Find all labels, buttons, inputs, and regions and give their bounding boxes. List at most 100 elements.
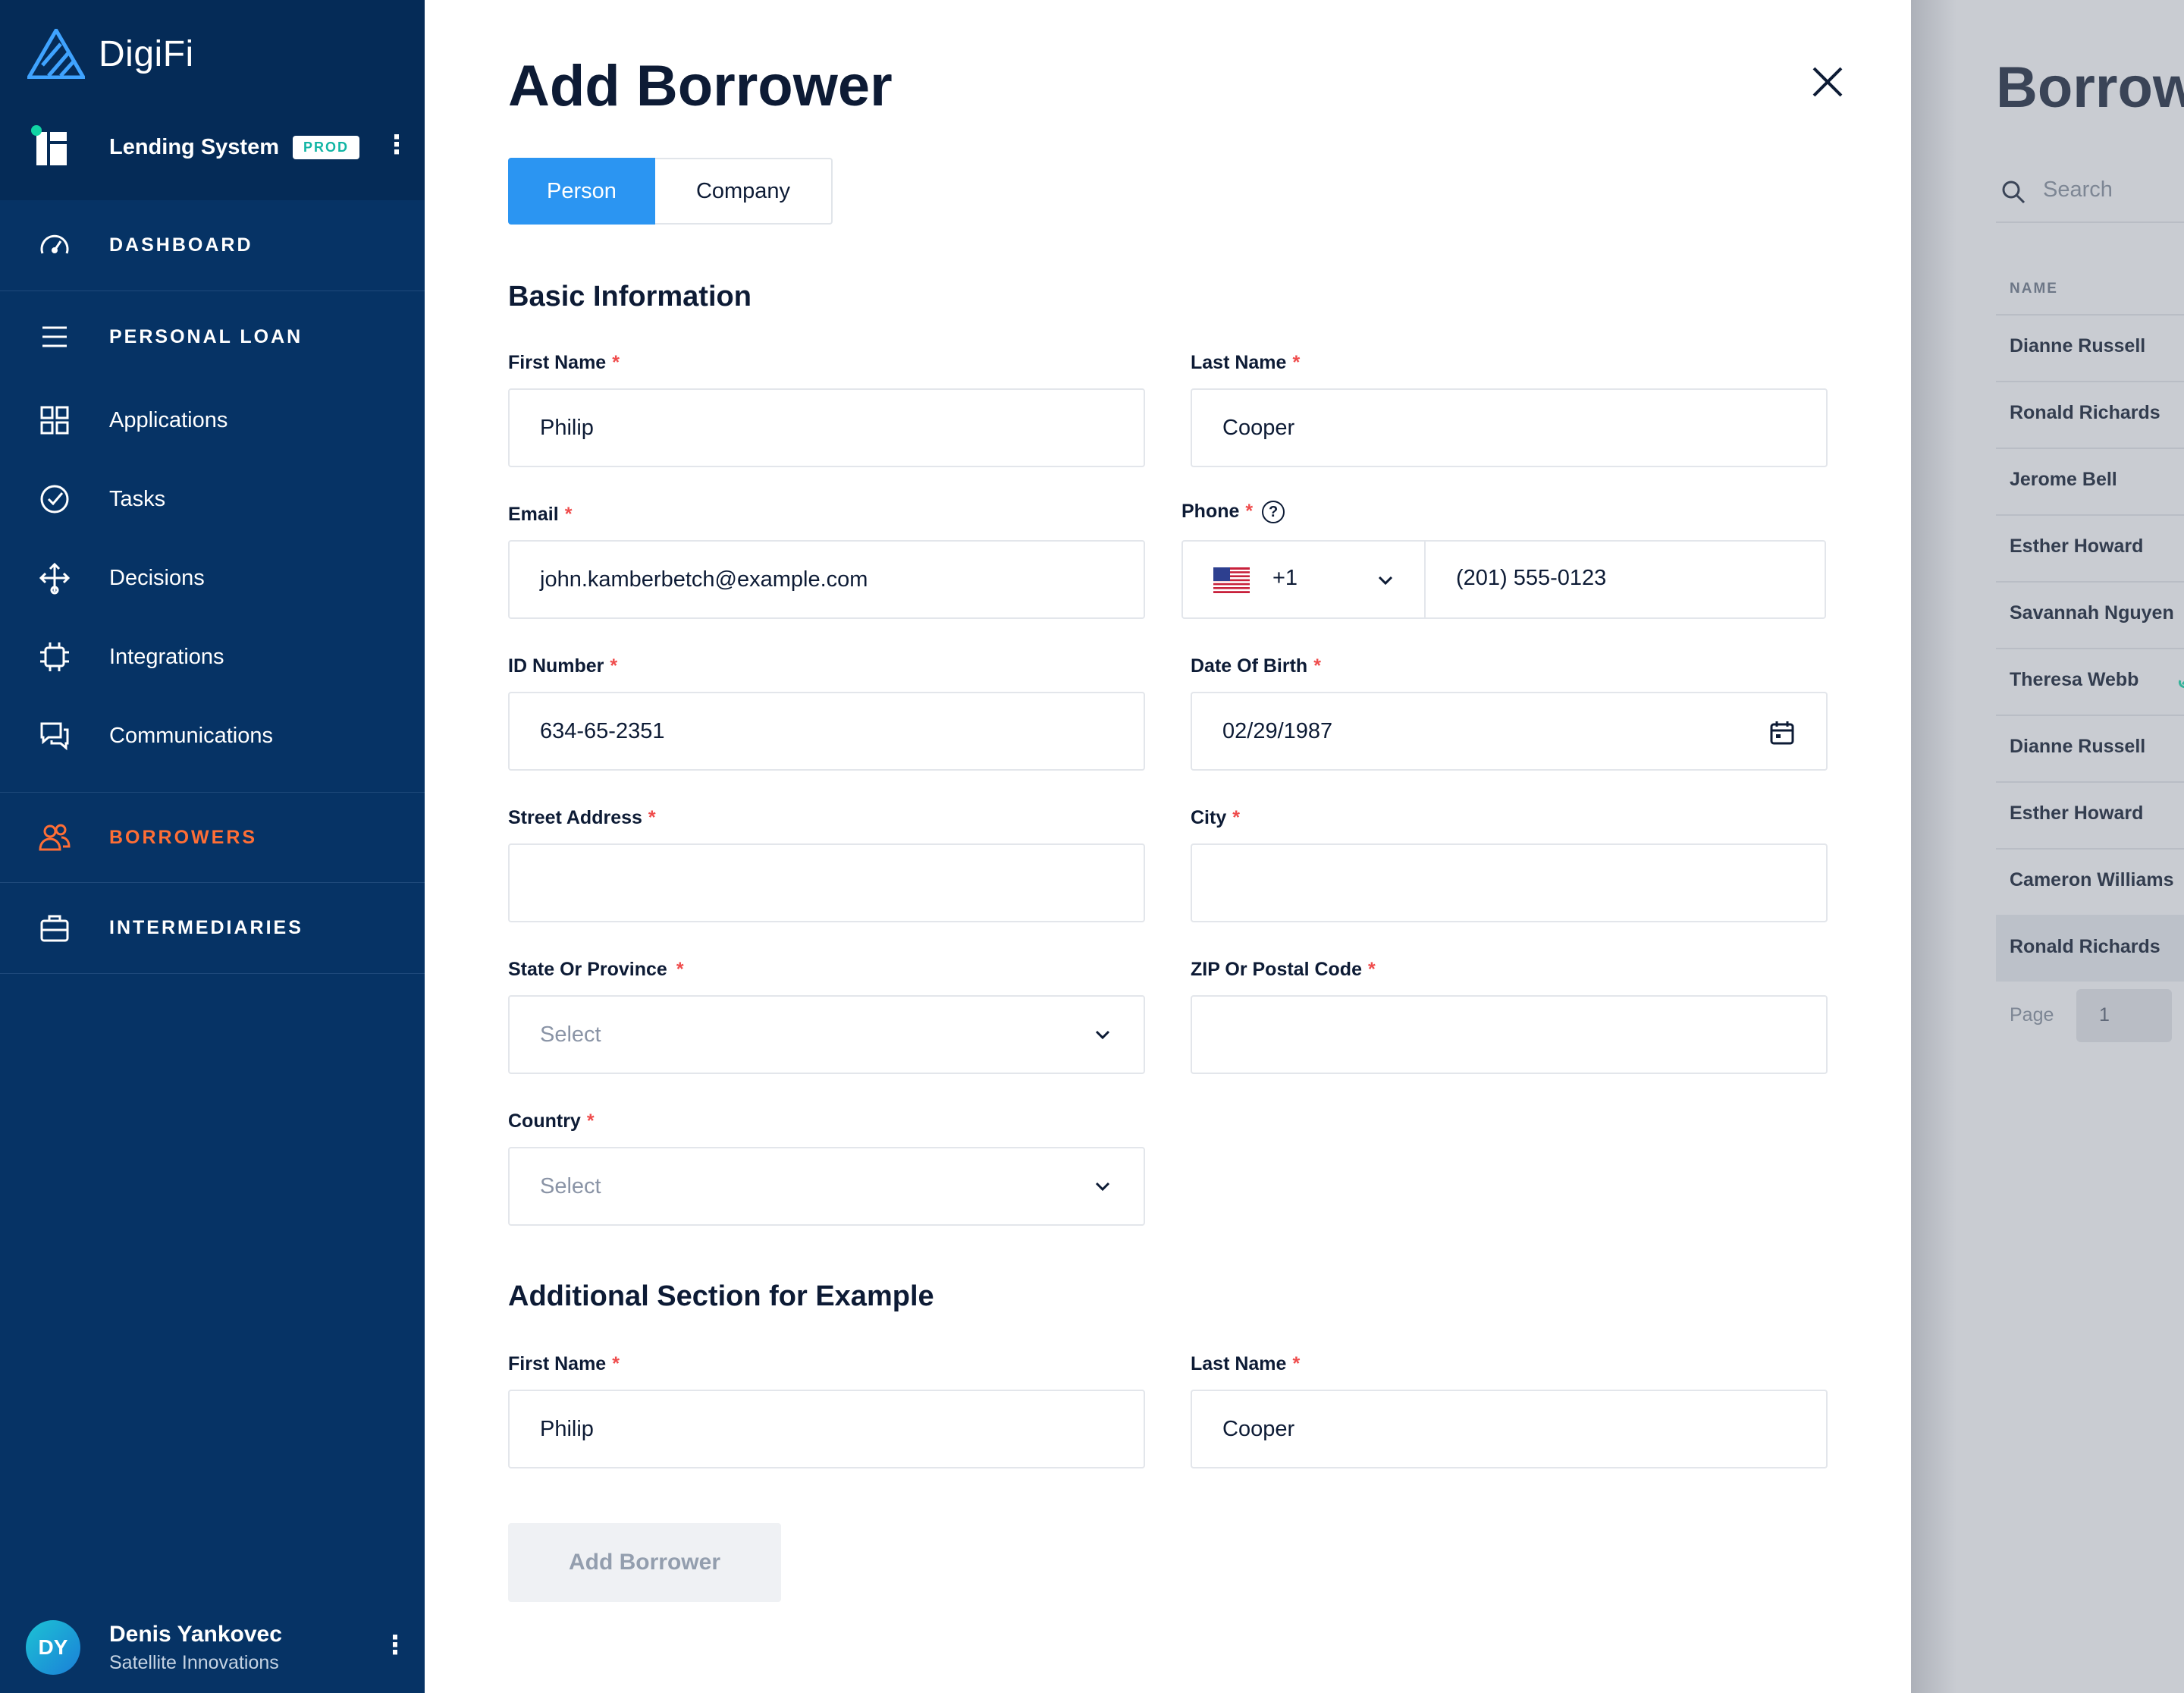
- table-row: Savannah Nguyen: [2010, 602, 2174, 623]
- table-row: Dianne Russell: [2010, 335, 2146, 357]
- nav-personal-loan[interactable]: PERSONAL LOAN: [0, 291, 425, 382]
- country-code-select[interactable]: +1: [1183, 542, 1426, 617]
- system-switcher[interactable]: Lending System PROD ⋮: [30, 121, 410, 173]
- chevron-down-icon: [1095, 1182, 1110, 1192]
- sidebar-item-communications[interactable]: Communications: [0, 696, 425, 775]
- table-row: Cameron Williams: [2010, 869, 2174, 890]
- dob-value: 02/29/1987: [1222, 718, 1333, 743]
- background-search-input: Search: [2043, 177, 2113, 202]
- last-name-field[interactable]: Cooper: [1191, 388, 1828, 467]
- nav-intermediaries[interactable]: INTERMEDIARIES: [0, 883, 425, 974]
- table-row: Ronald Richards: [1996, 915, 2184, 982]
- add-borrower-modal: Add Borrower Person Company Basic Inform…: [425, 0, 1911, 1693]
- first-name-value: Philip: [540, 415, 594, 440]
- nav-borrowers[interactable]: BORROWERS: [0, 792, 425, 883]
- city-field[interactable]: [1191, 843, 1828, 922]
- env-badge: PROD: [293, 135, 360, 159]
- state-select[interactable]: Select: [508, 995, 1145, 1074]
- email-label: Email *: [508, 504, 573, 525]
- close-icon[interactable]: [1809, 64, 1846, 100]
- additional-section-heading: Additional Section for Example: [508, 1280, 934, 1312]
- tab-person[interactable]: Person: [508, 158, 655, 225]
- nav-personal-loan-label: PERSONAL LOAN: [109, 325, 303, 347]
- sidebar-item-tasks[interactable]: Tasks: [0, 460, 425, 539]
- background-column-name: NAME: [2010, 281, 2058, 297]
- id-number-field[interactable]: 634-65-2351: [508, 692, 1145, 771]
- additional-last-name-value: Cooper: [1222, 1416, 1295, 1441]
- brand-logo[interactable]: DigiFi: [27, 29, 194, 79]
- state-placeholder: Select: [540, 1022, 601, 1047]
- table-row: Ronald Richards: [2010, 402, 2160, 423]
- table-row: Jerome Bell: [2010, 469, 2117, 490]
- state-label: State Or Province *: [508, 959, 684, 980]
- borrower-type-tabs: Person Company: [508, 158, 833, 225]
- zip-label: ZIP Or Postal Code *: [1191, 959, 1376, 980]
- additional-first-name-field[interactable]: Philip: [508, 1390, 1145, 1468]
- sidebar-header: DigiFi Lending System PROD ⋮: [0, 0, 425, 200]
- dob-field[interactable]: 02/29/1987: [1191, 692, 1828, 771]
- user-org: Satellite Innovations: [109, 1652, 279, 1673]
- sidebar-item-integrations[interactable]: Integrations: [0, 617, 425, 696]
- check-circle-icon: [40, 485, 69, 514]
- background-page-title: Borrow: [1996, 55, 2184, 120]
- country-label: Country *: [508, 1110, 595, 1132]
- chat-icon: [40, 722, 69, 751]
- phone-field: +1 (201) 555-0123: [1181, 540, 1826, 619]
- flow-icon: [39, 562, 71, 595]
- nav-dashboard[interactable]: DASHBOARD: [0, 200, 425, 291]
- sidebar-item-decisions[interactable]: Decisions: [0, 539, 425, 617]
- sidebar-item-applications[interactable]: Applications: [0, 381, 425, 460]
- table-row: Esther Howard: [1996, 514, 2184, 581]
- zip-field[interactable]: [1191, 995, 1828, 1074]
- phone-number[interactable]: (201) 555-0123: [1456, 566, 1606, 591]
- nav-intermediaries-label: INTERMEDIARIES: [109, 917, 303, 938]
- country-placeholder: Select: [540, 1173, 601, 1198]
- country-select[interactable]: Select: [508, 1147, 1145, 1226]
- brand-name: DigiFi: [99, 33, 194, 74]
- system-menu-icon[interactable]: ⋮: [384, 132, 410, 158]
- sidebar-item-label: Communications: [109, 723, 273, 748]
- digifi-logo-icon: [27, 29, 85, 79]
- link-icon: [2181, 537, 2184, 558]
- modal-shadow: [1911, 0, 1956, 1693]
- divider: [1996, 221, 2184, 223]
- email-field[interactable]: john.kamberbetch@example.com: [508, 540, 1145, 619]
- tab-company[interactable]: Company: [655, 158, 833, 225]
- grid-icon: [40, 406, 69, 435]
- table-row: Esther Howard: [2010, 803, 2144, 824]
- us-flag-icon: [1213, 567, 1250, 593]
- calendar-icon[interactable]: [1768, 719, 1796, 746]
- nav-borrowers-label: BORROWERS: [109, 826, 258, 848]
- modal-title: Add Borrower: [508, 54, 893, 118]
- system-icon: [31, 125, 67, 165]
- sidebar: DigiFi Lending System PROD ⋮ DASHBOARD P…: [0, 0, 425, 1693]
- help-icon[interactable]: ?: [1262, 501, 1285, 524]
- dob-label: Date Of Birth *: [1191, 655, 1321, 677]
- user-menu-icon[interactable]: ⋮: [382, 1632, 408, 1658]
- id-number-value: 634-65-2351: [540, 718, 665, 743]
- first-name-field[interactable]: Philip: [508, 388, 1145, 467]
- street-field[interactable]: [508, 843, 1145, 922]
- nav-dashboard-label: DASHBOARD: [109, 234, 253, 256]
- first-name-label: First Name *: [508, 352, 620, 373]
- chevron-down-icon: [1095, 1030, 1110, 1040]
- table-row: Theresa Webb: [1996, 648, 2184, 715]
- last-name-value: Cooper: [1222, 415, 1295, 440]
- additional-last-name-field[interactable]: Cooper: [1191, 1390, 1828, 1468]
- add-borrower-button[interactable]: Add Borrower: [508, 1523, 781, 1602]
- phone-label: Phone *?: [1181, 501, 1285, 524]
- search-icon: [2002, 181, 2026, 204]
- chip-icon: [40, 642, 69, 671]
- sidebar-item-label: Decisions: [109, 565, 205, 590]
- user-profile[interactable]: DY Denis Yankovec Satellite Innovations …: [26, 1617, 413, 1678]
- street-label: Street Address *: [508, 807, 656, 828]
- email-value: john.kamberbetch@example.com: [540, 567, 868, 592]
- sidebar-item-label: Applications: [109, 407, 228, 432]
- system-name: Lending System: [109, 134, 279, 159]
- user-name: Denis Yankovec: [109, 1622, 282, 1647]
- additional-last-name-label: Last Name *: [1191, 1353, 1301, 1374]
- sidebar-item-label: Tasks: [109, 486, 166, 511]
- additional-first-name-value: Philip: [540, 1416, 594, 1441]
- link-icon: [2178, 680, 2184, 689]
- id-number-label: ID Number *: [508, 655, 618, 677]
